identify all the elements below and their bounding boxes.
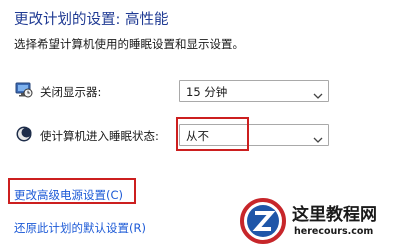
- watermark-name: 这里教程网: [292, 205, 377, 225]
- restore-defaults-link[interactable]: 还原此计划的默认设置(R): [14, 220, 146, 236]
- sleep-label: 使计算机进入睡眠状态:: [40, 129, 159, 143]
- chevron-down-icon: [312, 86, 324, 99]
- monitor-clock-icon: [15, 81, 33, 99]
- page-subtitle: 选择希望计算机使用的睡眠设置和显示设置。: [14, 37, 244, 51]
- chevron-down-icon: [312, 130, 324, 143]
- watermark: 这里教程网 herecours.com: [236, 196, 396, 246]
- z-logo-icon: [240, 198, 286, 244]
- display-off-select[interactable]: 15 分钟: [179, 80, 329, 102]
- display-off-value: 15 分钟: [186, 85, 228, 99]
- advanced-link-highlight: [8, 178, 136, 204]
- watermark-url: herecours.com: [294, 226, 374, 237]
- moon-sleep-icon: [15, 125, 33, 143]
- display-off-label: 关闭显示器:: [40, 85, 102, 99]
- page-title: 更改计划的设置: 高性能: [14, 12, 169, 28]
- sleep-value-highlight: [176, 117, 249, 151]
